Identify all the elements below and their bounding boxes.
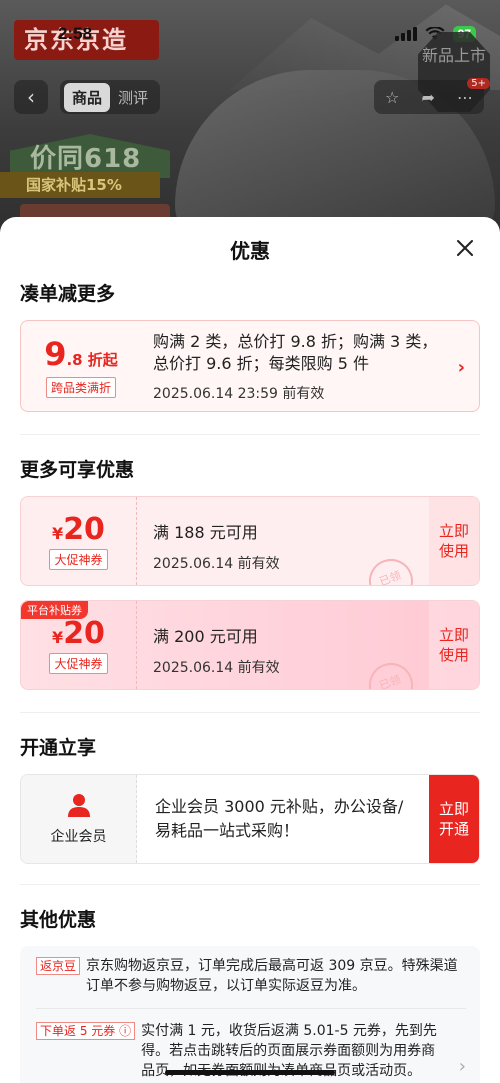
membership-card[interactable]: 企业会员 企业会员 3000 元补贴，办公设备/易耗品一站式采购！ 立即开通 (20, 774, 480, 864)
subsidy-banner: 国家补贴15% (0, 172, 160, 198)
combo-discount-card[interactable]: 9.8 折起 跨品类满折 购满 2 类，总价打 9.8 折；购满 3 类，总价打… (20, 320, 480, 412)
coupon-amount: 20 (63, 616, 105, 651)
list-item: 返京豆 京东购物返京豆，订单完成后最高可返 309 京豆。特殊渠道订单不参与购物… (36, 956, 466, 996)
product-page-background: 京东京造 2:58 97 新品上市 ‹ 商品 测评 ☆ ➦ ⋯ 5+ 价同618… (0, 0, 500, 240)
user-icon (67, 794, 90, 817)
close-button[interactable] (452, 235, 478, 261)
discount-sheet: 优惠 凑单减更多 9.8 折起 跨品类满折 购满 2 类，总价打 9.8 折；购… (0, 217, 500, 1083)
use-coupon-button[interactable]: 立即使用 (429, 601, 479, 689)
coupon-amount: 20 (63, 512, 105, 547)
divider (36, 1008, 466, 1009)
combo-validity: 2025.06.14 23:59 前有效 (153, 386, 325, 402)
coupon-tag: 大促神券 (49, 549, 108, 570)
platform-subsidy-tag: 平台补贴券 (21, 601, 88, 619)
coupon-card[interactable]: ¥20 大促神券 满 188 元可用 2025.06.14 前有效 已领 立即使… (20, 496, 480, 586)
coupon-currency: ¥ (52, 524, 64, 543)
offer-tag: 返京豆 (36, 957, 81, 975)
price-banner: 价同618 (30, 144, 142, 174)
coupon-tag: 大促神券 (49, 653, 108, 674)
use-coupon-button[interactable]: 立即使用 (429, 497, 479, 585)
member-label: 企业会员 (50, 829, 107, 845)
combo-section-title: 凑单减更多 (20, 283, 116, 305)
coupon-card[interactable]: 平台补贴券 ¥20 大促神券 满 200 元可用 2025.06.14 前有效 … (20, 600, 480, 690)
member-description: 企业会员 3000 元补贴，办公设备/易耗品一站式采购！ (155, 797, 404, 840)
message-count-badge: 5+ (467, 78, 490, 89)
sheet-title: 优惠 (230, 239, 270, 263)
more-icon[interactable]: ⋯ (457, 88, 473, 107)
share-icon[interactable]: ➦ (421, 88, 434, 107)
offer-tag: 下单返 5 元券 ⓘ (36, 1022, 136, 1040)
other-section-title: 其他优惠 (20, 909, 97, 931)
open-membership-button[interactable]: 立即开通 (429, 775, 479, 863)
coupon-condition: 满 188 元可用 (153, 523, 258, 542)
chevron-right-icon: › (457, 357, 465, 378)
chevron-right-icon: › (458, 1056, 466, 1077)
combo-tag: 跨品类满折 (45, 376, 116, 398)
star-icon[interactable]: ☆ (385, 88, 399, 107)
sheet-header: 优惠 (0, 217, 500, 279)
more-section-title: 更多可享优惠 (20, 459, 135, 481)
other-offers-panel: 返京豆 京东购物返京豆，订单完成后最高可返 309 京豆。特殊渠道订单不参与购物… (20, 946, 480, 1083)
signal-icon (394, 27, 417, 41)
discount-integer: 9 (44, 334, 67, 373)
product-tabs: 商品 测评 (60, 80, 161, 114)
combo-description: 购满 2 类，总价打 9.8 折；购满 3 类，总价打 9.6 折；每类限购 5… (153, 332, 438, 373)
tab-review[interactable]: 测评 (110, 83, 156, 112)
back-button[interactable]: ‹ (14, 80, 48, 114)
home-indicator (165, 1070, 335, 1075)
chevron-left-icon: ‹ (27, 85, 35, 109)
coupon-condition: 满 200 元可用 (153, 627, 258, 646)
coupon-currency: ¥ (52, 628, 64, 647)
open-section-title: 开通立享 (20, 737, 97, 759)
tab-product[interactable]: 商品 (64, 82, 111, 112)
close-icon (457, 240, 473, 256)
discount-suffix: .8 折起 (66, 350, 118, 369)
combo-discount-value: 9.8 折起 跨品类满折 (21, 321, 141, 411)
offer-text: 京东购物返京豆，订单完成后最高可返 309 京豆。特殊渠道订单不参与购物返豆，以… (86, 958, 458, 994)
status-time: 2:58 (58, 24, 93, 43)
